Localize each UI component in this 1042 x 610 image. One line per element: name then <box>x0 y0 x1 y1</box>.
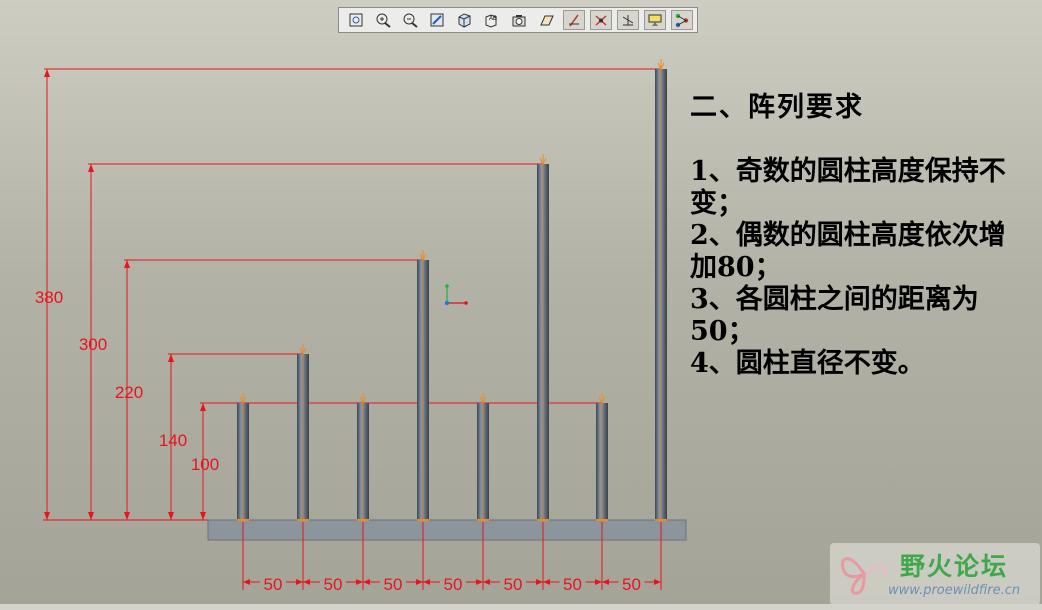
watermark-url: www.proewildfire.cn <box>888 583 1021 598</box>
notes-title: 二、阵列要求 <box>690 92 864 123</box>
cylinder-8 <box>655 59 667 521</box>
cylinder-array <box>237 59 667 521</box>
cylinder-7 <box>596 393 608 521</box>
spacing-label: 50 <box>384 575 403 594</box>
dim-spacing-7: 50 <box>602 574 661 594</box>
dim-label: 300 <box>79 335 107 354</box>
dim-height-380: 380 <box>35 68 661 520</box>
dim-spacing-2: 50 <box>303 574 363 594</box>
spacing-label: 50 <box>324 575 343 594</box>
dim-height-140: 140 <box>159 353 303 520</box>
dim-label: 220 <box>115 383 143 402</box>
cylinder-4 <box>417 250 429 521</box>
coordinate-triad <box>444 284 468 306</box>
dim-spacing-1: 50 <box>243 574 303 594</box>
dim-spacing-4: 50 <box>423 574 483 594</box>
spacing-label: 50 <box>622 575 641 594</box>
dim-height-300: 300 <box>79 163 543 520</box>
dim-label: 380 <box>35 288 63 307</box>
dim-spacing-6: 50 <box>543 574 602 594</box>
notes-item-4: 4、圆柱直径不变。 <box>690 348 925 379</box>
watermark-name: 野火论坛 <box>900 552 1009 581</box>
array-requirements-notes: 二、阵列要求 1、奇数的圆柱高度保持不变； 2、偶数的圆柱高度依次增加80； 3… <box>690 92 1020 380</box>
butterfly-logo-icon <box>841 557 887 595</box>
spacing-label: 50 <box>264 575 283 594</box>
notes-item-1: 1、奇数的圆柱高度保持不变； <box>690 156 1006 219</box>
dim-spacing-3: 50 <box>363 574 423 594</box>
spacing-label: 50 <box>563 575 582 594</box>
notes-item-2: 2、偶数的圆柱高度依次增加80； <box>690 220 1006 283</box>
cylinder-5 <box>477 393 489 521</box>
spacing-label: 50 <box>504 575 523 594</box>
spacing-label: 50 <box>444 575 463 594</box>
cylinder-2 <box>297 344 309 521</box>
forum-watermark: 野火论坛 www.proewildfire.cn <box>830 543 1040 605</box>
cylinder-6 <box>537 154 549 521</box>
dim-label: 140 <box>159 431 187 450</box>
dim-height-220: 220 <box>115 259 423 520</box>
cylinder-1 <box>237 393 249 521</box>
cylinder-3 <box>357 393 369 521</box>
dim-spacing-5: 50 <box>483 574 543 594</box>
dim-label: 100 <box>191 455 219 474</box>
status-strip <box>0 604 1042 610</box>
notes-item-3: 3、各圆柱之间的距离为50； <box>690 284 979 347</box>
base-plate <box>207 519 687 541</box>
